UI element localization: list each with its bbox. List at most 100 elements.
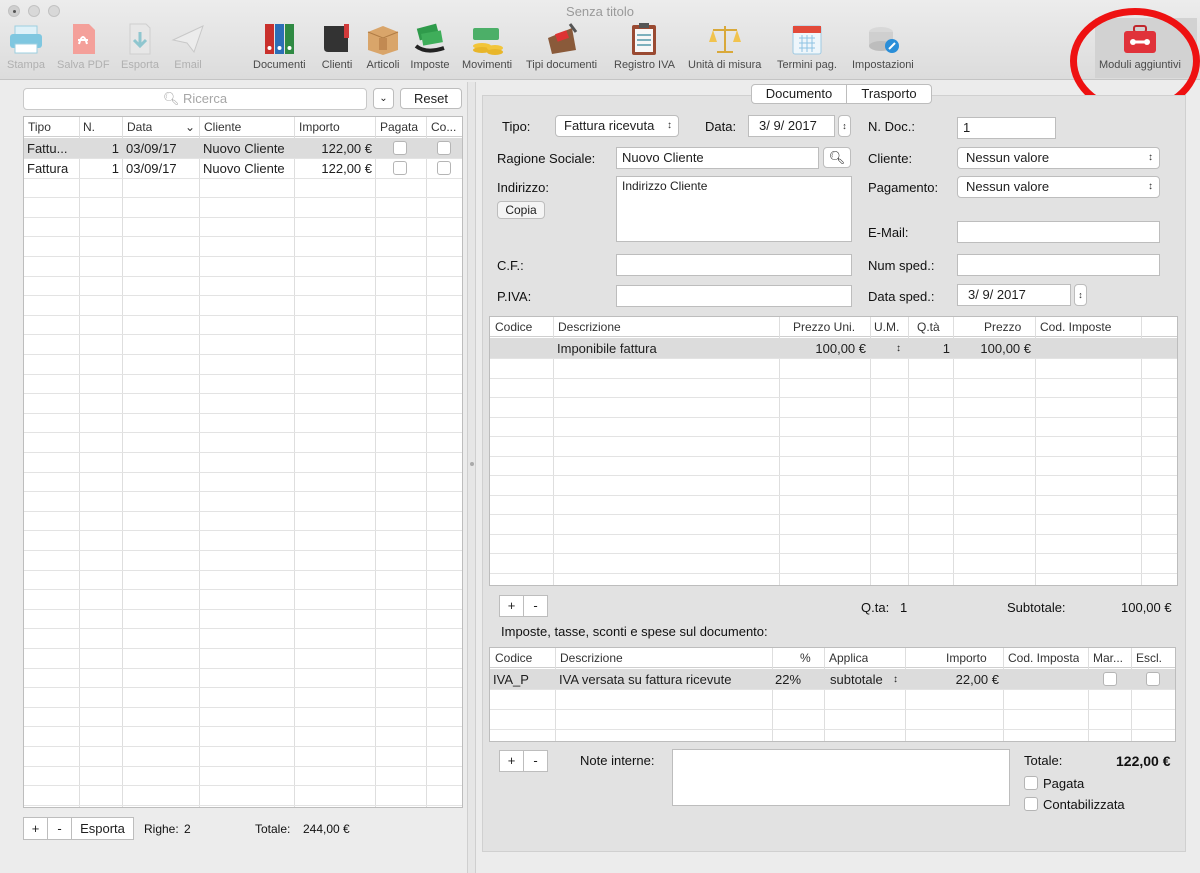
row-separator [24, 158, 462, 159]
tab-trasporto[interactable]: Trasporto [846, 84, 932, 104]
cell-applica[interactable]: subtotale [830, 670, 883, 689]
piva-label: P.IVA: [497, 289, 532, 304]
marca-checkbox[interactable] [1103, 672, 1117, 686]
toolbar-clienti[interactable]: Clienti [320, 22, 354, 71]
cell-prezzo-uni: 100,00 € [815, 341, 866, 356]
items-table[interactable]: Codice Descrizione Prezzo Uni. U.M. Q.tà… [489, 316, 1178, 586]
toolbar-stampa[interactable]: Stampa [6, 22, 46, 71]
column-data[interactable]: Data [127, 117, 152, 137]
contabilizzata-checkbox[interactable] [437, 141, 451, 155]
column-perc[interactable]: % [800, 648, 811, 668]
toolbar-movimenti[interactable]: Movimenti [462, 22, 512, 71]
row-separator [24, 530, 462, 532]
toolbar-unita-misura[interactable]: Unità di misura [688, 22, 761, 71]
add-tax-button[interactable]: + [499, 750, 524, 772]
toolbar-label: Termini pag. [777, 59, 837, 71]
cliente-select[interactable]: Nessun valore ↕ [957, 147, 1160, 169]
pagata-checkbox[interactable] [393, 141, 407, 155]
documents-table[interactable]: Tipo N. Data ⌄ Cliente Importo Pagata Co… [23, 116, 463, 808]
toolbar-termini-pag[interactable]: Termini pag. [777, 22, 837, 71]
toolbar-registro-iva[interactable]: Registro IVA [614, 22, 675, 71]
split-divider[interactable] [467, 82, 476, 873]
reset-button[interactable]: Reset [400, 88, 462, 109]
remove-item-button[interactable]: - [523, 595, 548, 617]
row-separator [490, 397, 1177, 398]
tipo-value: Fattura ricevuta [564, 118, 655, 133]
um-updown-icon[interactable]: ↕ [896, 339, 901, 358]
column-codice[interactable]: Codice [495, 648, 532, 668]
coins-icon [473, 28, 504, 55]
column-um[interactable]: U.M. [874, 317, 899, 337]
toolbar-documenti[interactable]: Documenti [253, 22, 306, 71]
pagata-doc-checkbox[interactable] [1024, 776, 1038, 790]
cf-field[interactable] [616, 254, 852, 276]
add-document-button[interactable]: + [23, 817, 48, 840]
binders-icon [265, 24, 295, 54]
ragione-sociale-field[interactable]: Nuovo Cliente [616, 147, 819, 169]
stamp-icon [547, 23, 577, 54]
pagata-checkbox[interactable] [393, 161, 407, 175]
tab-documento[interactable]: Documento [751, 84, 847, 104]
book-icon [324, 24, 349, 52]
tipo-select[interactable]: Fattura ricevuta ↕ [555, 115, 679, 137]
column-descrizione[interactable]: Descrizione [560, 648, 623, 668]
search-client-button[interactable]: 🔍︎ [823, 147, 851, 168]
taxes-table[interactable]: Codice Descrizione % Applica Importo Cod… [489, 647, 1176, 742]
column-marca[interactable]: Mar... [1093, 648, 1123, 668]
column-qta[interactable]: Q.tà [917, 317, 940, 337]
column-cod-imposta[interactable]: Cod. Imposta [1008, 648, 1079, 668]
indirizzo-field[interactable]: Indirizzo Cliente [616, 176, 852, 242]
numsped-field[interactable] [957, 254, 1160, 276]
column-n[interactable]: N. [83, 117, 95, 137]
toolbar-esporta[interactable]: Esporta [120, 22, 160, 71]
pagamento-select[interactable]: Nessun valore ↕ [957, 176, 1160, 198]
datasped-field[interactable]: 3/ 9/ 2017 [957, 284, 1071, 306]
column-cliente[interactable]: Cliente [204, 117, 241, 137]
contabilizzata-checkbox[interactable] [437, 161, 451, 175]
piva-field[interactable] [616, 285, 852, 307]
toolbar-imposte[interactable]: Imposte [410, 22, 450, 71]
search-options-button[interactable]: ⌄ [373, 88, 394, 109]
escl-checkbox[interactable] [1146, 672, 1160, 686]
toolbar-impostazioni[interactable]: Impostazioni [852, 22, 914, 71]
column-escl[interactable]: Escl. [1136, 648, 1162, 668]
row-separator [490, 494, 1177, 496]
remove-tax-button[interactable]: - [523, 750, 548, 772]
column-applica[interactable]: Applica [829, 648, 868, 668]
column-codice[interactable]: Codice [495, 317, 532, 337]
toolbar-tipi-documenti[interactable]: Tipi documenti [526, 22, 597, 71]
note-interne-label: Note interne: [580, 753, 655, 768]
applica-updown-icon[interactable]: ↕ [893, 670, 898, 689]
column-contabilizzata[interactable]: Co... [431, 117, 456, 137]
copia-button[interactable]: Copia [497, 201, 545, 219]
column-tipo[interactable]: Tipo [28, 117, 51, 137]
column-importo[interactable]: Importo [299, 117, 340, 137]
column-pagata[interactable]: Pagata [380, 117, 418, 137]
search-input[interactable]: 🔍︎ Ricerca [23, 88, 367, 110]
toolbar-salva-pdf[interactable]: Salva PDF [57, 22, 110, 71]
data-stepper[interactable]: ↕ [838, 115, 851, 137]
pagamento-value: Nessun valore [966, 179, 1050, 194]
datasped-stepper[interactable]: ↕ [1074, 284, 1087, 306]
toolbar-email[interactable]: Email [170, 22, 206, 71]
ndoc-field[interactable]: 1 [957, 117, 1056, 139]
data-label: Data: [705, 119, 737, 134]
toolbar-articoli[interactable]: Articoli [363, 22, 403, 71]
column-importo[interactable]: Importo [946, 648, 987, 668]
row-separator [24, 256, 462, 257]
data-field[interactable]: 3/ 9/ 2017 [748, 115, 835, 137]
row-separator [490, 572, 1177, 574]
add-item-button[interactable]: + [499, 595, 524, 617]
column-prezzo[interactable]: Prezzo [984, 317, 1021, 337]
row-separator [24, 295, 462, 297]
column-prezzo-uni[interactable]: Prezzo Uni. [793, 317, 855, 337]
contabilizzata-doc-checkbox[interactable] [1024, 797, 1038, 811]
column-cod-imposte[interactable]: Cod. Imposte [1040, 317, 1111, 337]
row-separator [24, 510, 462, 512]
column-descrizione[interactable]: Descrizione [558, 317, 621, 337]
note-interne-field[interactable] [672, 749, 1010, 806]
export-list-button[interactable]: Esporta [71, 817, 134, 840]
row-separator [24, 550, 462, 551]
email-field[interactable] [957, 221, 1160, 243]
remove-document-button[interactable]: - [47, 817, 72, 840]
